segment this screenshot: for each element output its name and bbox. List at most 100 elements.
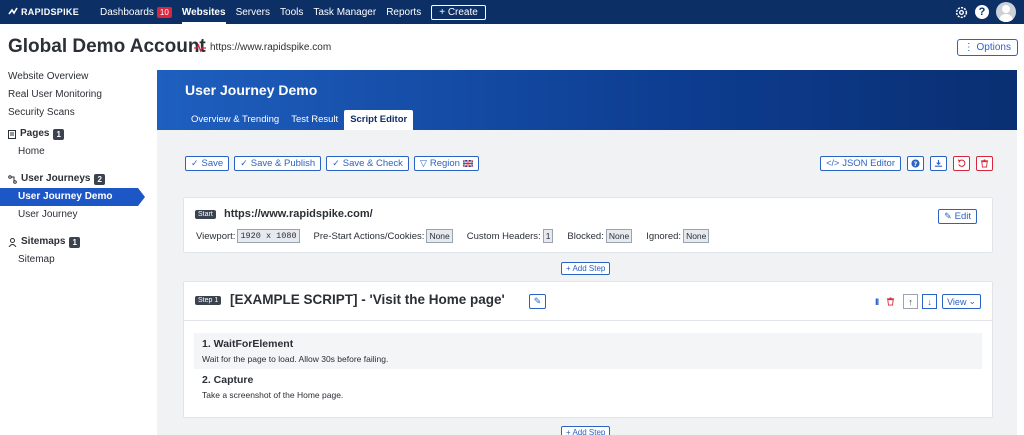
- json-editor-button-label: JSON Editor: [842, 158, 895, 169]
- sidebar-section-user-journeys: User Journeys 2: [0, 170, 145, 188]
- step-action[interactable]: 1. WaitForElement Wait for the page to l…: [194, 333, 982, 369]
- add-step-button[interactable]: + Add Step: [561, 426, 611, 435]
- sidebar-item-home[interactable]: Home: [0, 143, 145, 161]
- start-settings-row: Viewport: 1920 x 1080 Pre-Start Actions/…: [196, 229, 723, 243]
- sidebar-item-user-journey-demo[interactable]: User Journey Demo: [0, 188, 145, 206]
- top-right-controls: ?: [947, 2, 1016, 22]
- ignored-value: None: [683, 229, 710, 243]
- action-description: Wait for the page to load. Allow 30s bef…: [202, 354, 389, 364]
- delete-journey-button[interactable]: [976, 156, 993, 171]
- tab-overview-trending[interactable]: Overview & Trending: [185, 110, 285, 130]
- sitemap-icon: [8, 237, 17, 247]
- journey-tabs: Overview & Trending Test Result Script E…: [185, 110, 414, 130]
- nav-servers-label: Servers: [235, 6, 271, 18]
- help-icon[interactable]: ?: [975, 5, 989, 19]
- nav-reports-label: Reports: [386, 6, 422, 18]
- dashboards-count-badge: 10: [156, 6, 172, 18]
- arrow-up-icon: ↑: [908, 296, 913, 307]
- code-icon: </>: [826, 158, 840, 168]
- nav-dashboards-label: Dashboards: [100, 6, 154, 18]
- trash-icon[interactable]: [886, 297, 895, 306]
- start-card: Start https://www.rapidspike.com/ ✎ Edit…: [183, 197, 993, 253]
- move-down-button[interactable]: ↓: [922, 294, 938, 309]
- chevron-down-icon: ⌄: [968, 296, 976, 306]
- gear-icon[interactable]: [953, 4, 969, 20]
- save-publish-button[interactable]: ✓ Save & Publish: [234, 156, 322, 171]
- create-button[interactable]: + Create: [431, 4, 486, 20]
- nav-servers[interactable]: Servers: [236, 0, 270, 24]
- rapidspike-logo[interactable]: RAPIDSPIKE: [8, 7, 90, 17]
- site-url: https://www.rapidspike.com: [194, 42, 331, 53]
- sitemaps-count-badge: 1: [69, 236, 80, 248]
- revert-button[interactable]: [953, 156, 970, 171]
- prestart-label: Pre-Start Actions/Cookies:: [313, 230, 425, 242]
- move-up-button[interactable]: ↑: [903, 294, 919, 309]
- pause-icon[interactable]: II: [875, 297, 879, 307]
- user-avatar[interactable]: [996, 2, 1016, 22]
- user-journeys-count-badge: 2: [94, 173, 105, 185]
- page-title: Global Demo Account: [8, 36, 206, 57]
- sidebar-item-sitemap[interactable]: Sitemap: [0, 251, 145, 269]
- add-step-button[interactable]: + Add Step: [561, 262, 611, 275]
- start-tag: Start: [195, 210, 216, 219]
- svg-text:?: ?: [914, 161, 918, 168]
- nav-websites[interactable]: Websites: [181, 0, 226, 24]
- save-check-button-label: Save & Check: [342, 158, 403, 169]
- region-button[interactable]: ▽ Region: [413, 156, 479, 171]
- sidebar-item-security-scans[interactable]: Security Scans: [0, 104, 145, 122]
- view-dropdown[interactable]: View ⌄: [942, 294, 981, 309]
- logo-text: RAPIDSPIKE: [21, 7, 80, 17]
- sidebar-item-real-user-monitoring[interactable]: Real User Monitoring: [0, 86, 145, 104]
- save-button[interactable]: ✓ Save: [185, 156, 230, 171]
- journey-icon: [8, 174, 17, 184]
- edit-start-button-label: Edit: [954, 211, 971, 222]
- top-navbar: RAPIDSPIKE Dashboards 10 Websites Server…: [0, 0, 1024, 24]
- trash-icon: [980, 159, 989, 168]
- step-tag: Step 1: [195, 296, 222, 305]
- sidebar-section-sitemaps-label: Sitemaps: [21, 236, 66, 247]
- step-action[interactable]: 2. Capture Take a screenshot of the Home…: [194, 369, 982, 405]
- sidebar-item-website-overview[interactable]: Website Overview: [0, 68, 145, 86]
- nav-task-manager-label: Task Manager: [313, 6, 377, 18]
- nav-reports[interactable]: Reports: [386, 0, 421, 24]
- step-card: Step 1 [EXAMPLE SCRIPT] - 'Visit the Hom…: [183, 281, 993, 418]
- ignored-label: Ignored:: [646, 230, 682, 242]
- save-check-button[interactable]: ✓ Save & Check: [326, 156, 409, 171]
- action-title: 1. WaitForElement: [202, 338, 294, 350]
- action-description: Take a screenshot of the Home page.: [202, 390, 344, 400]
- nav-tools[interactable]: Tools: [280, 0, 303, 24]
- page-icon: [8, 129, 16, 139]
- download-button[interactable]: [930, 156, 947, 171]
- pencil-icon: ✎: [944, 211, 952, 221]
- undo-icon: [957, 159, 966, 167]
- tab-script-editor[interactable]: Script Editor: [344, 110, 414, 130]
- edit-start-button[interactable]: ✎ Edit: [938, 209, 977, 224]
- nav-task-manager[interactable]: Task Manager: [313, 0, 376, 24]
- pages-count-badge: 1: [53, 128, 64, 140]
- nav-tools-label: Tools: [280, 6, 304, 18]
- action-title: 2. Capture: [202, 374, 254, 386]
- step-tools: II ↑ ↓ View ⌄: [875, 294, 981, 309]
- editor-toolbar-right: </> JSON Editor ?: [820, 156, 993, 171]
- sidebar-section-pages: Pages 1: [0, 125, 145, 143]
- uk-flag-icon: [462, 160, 473, 167]
- sidebar-section-pages-label: Pages: [20, 128, 50, 139]
- save-publish-button-label: Save & Publish: [250, 158, 316, 169]
- main-content: User Journey Demo Overview & Trending Te…: [157, 70, 1017, 435]
- site-url-text: https://www.rapidspike.com: [210, 42, 332, 53]
- save-button-label: Save: [201, 158, 224, 169]
- sidebar-item-user-journey[interactable]: User Journey: [0, 206, 145, 224]
- viewport-value: 1920 x 1080: [237, 229, 300, 243]
- help-button[interactable]: ?: [907, 156, 924, 171]
- options-button[interactable]: ⋮ Options: [956, 39, 1018, 56]
- journey-title: User Journey Demo: [185, 82, 318, 98]
- filter-icon: ▽: [419, 158, 427, 168]
- viewport-label: Viewport:: [196, 230, 236, 242]
- sidebar-section-sitemaps: Sitemaps 1: [0, 233, 145, 251]
- json-editor-button[interactable]: </> JSON Editor: [820, 156, 901, 171]
- tab-test-result[interactable]: Test Result: [285, 110, 344, 130]
- edit-step-button[interactable]: ✎: [529, 294, 546, 309]
- editor-toolbar: ✓ Save ✓ Save & Publish ✓ Save & Check ▽…: [185, 156, 484, 171]
- nav-dashboards[interactable]: Dashboards 10: [100, 0, 172, 24]
- check-icon: ✓: [332, 158, 340, 168]
